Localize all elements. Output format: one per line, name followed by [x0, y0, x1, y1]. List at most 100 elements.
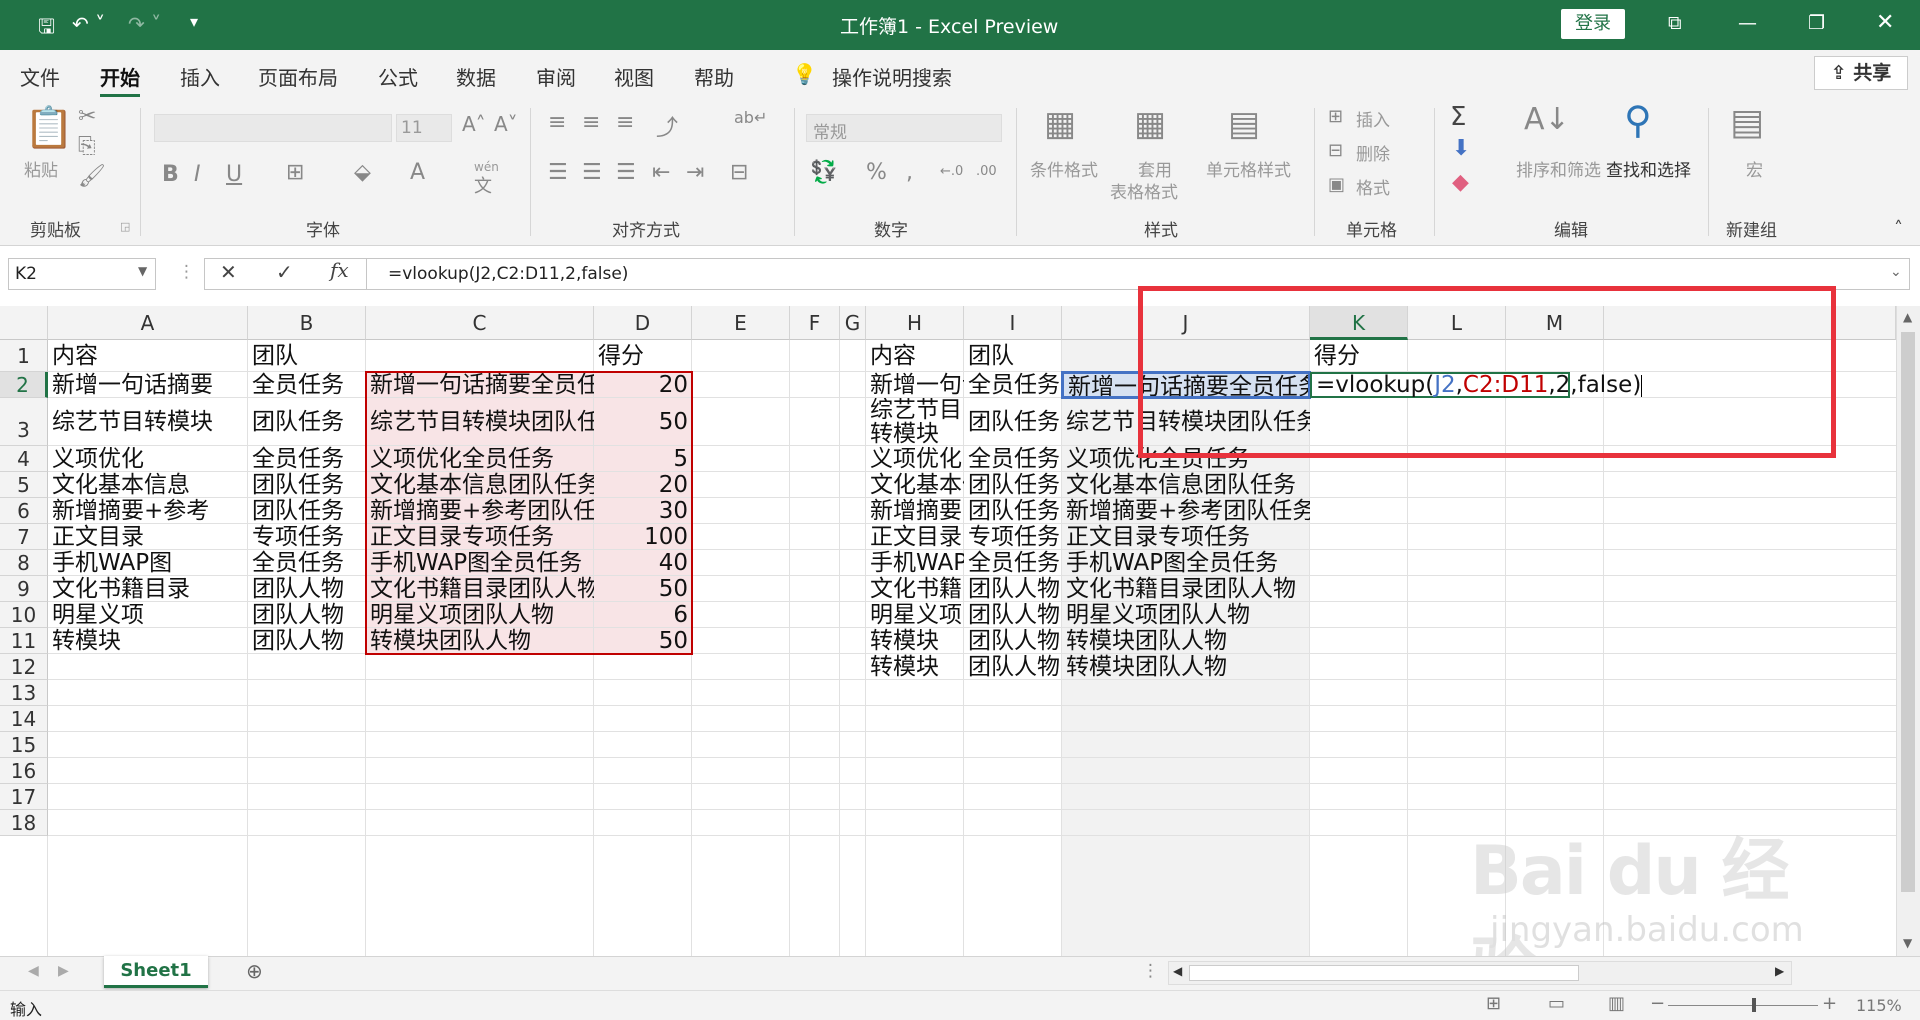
sort-filter-label[interactable]: 排序和筛选 — [1516, 156, 1601, 181]
cell-B9[interactable]: 团队人物 — [248, 576, 366, 602]
decrease-indent-icon[interactable]: ⇤ — [652, 160, 670, 185]
add-sheet-icon[interactable]: ⊕ — [246, 959, 263, 983]
cell-H10[interactable]: 明星义项 — [866, 602, 964, 628]
cell-A1[interactable]: 内容 — [48, 340, 248, 372]
font-size-box[interactable]: 11 — [396, 114, 452, 142]
h-scroll-thumb[interactable] — [1189, 965, 1579, 981]
cell-D4[interactable]: 5 — [594, 446, 692, 472]
insert-function-icon[interactable]: fx — [330, 258, 349, 282]
decrease-decimal-icon[interactable]: .00 — [976, 164, 997, 179]
align-center-icon[interactable]: ☰ — [582, 160, 602, 185]
row-header-16[interactable]: 16 — [0, 758, 48, 784]
cell-I11[interactable]: 团队人物 — [964, 628, 1062, 654]
row-header-11[interactable]: 11 — [0, 628, 48, 654]
orientation-icon[interactable]: ⤴ — [656, 110, 678, 142]
delete-cells-icon[interactable]: ⊟ — [1328, 140, 1343, 161]
sort-filter-icon[interactable]: A↓ — [1524, 102, 1570, 137]
format-cells-icon[interactable]: ▣ — [1328, 174, 1345, 195]
row-header-6[interactable]: 6 — [0, 498, 48, 524]
underline-icon[interactable]: U — [226, 162, 242, 187]
cut-icon[interactable]: ✂ — [78, 104, 96, 129]
prev-sheet-icon[interactable]: ◀ — [28, 963, 39, 979]
cell-C3[interactable]: 综艺节目转模块团队任务 — [366, 398, 594, 446]
conditional-format-icon[interactable]: ▦ — [1044, 104, 1076, 144]
cell-B6[interactable]: 团队任务 — [248, 498, 366, 524]
cell-D7[interactable]: 100 — [594, 524, 692, 550]
customize-qat-icon[interactable]: ▾ — [190, 12, 198, 31]
accounting-icon[interactable]: 💱 — [810, 160, 837, 185]
increase-indent-icon[interactable]: ⇥ — [686, 160, 704, 185]
insert-cells-label[interactable]: 插入 — [1356, 106, 1390, 131]
scroll-right-icon[interactable]: ▶ — [1775, 964, 1784, 978]
cell-C6[interactable]: 新增摘要+参考团队任务 — [366, 498, 594, 524]
horizontal-scrollbar[interactable]: ◀ ▶ — [1168, 961, 1792, 985]
macro-icon[interactable]: ▤ — [1730, 102, 1764, 143]
column-header-e[interactable]: E — [692, 306, 790, 340]
scroll-down-icon[interactable]: ▼ — [1903, 936, 1912, 950]
cell-B1[interactable]: 团队 — [248, 340, 366, 372]
cell-D5[interactable]: 20 — [594, 472, 692, 498]
format-as-table-icon[interactable]: ▦ — [1134, 104, 1166, 144]
scroll-up-icon[interactable]: ▲ — [1903, 310, 1912, 324]
cell-C10[interactable]: 明星义项团队人物 — [366, 602, 594, 628]
zoom-out-icon[interactable]: − — [1650, 993, 1665, 1014]
align-right-icon[interactable]: ☰ — [616, 160, 636, 185]
cell-J6[interactable]: 新增摘要+参考团队任务 — [1062, 498, 1310, 524]
row-header-4[interactable]: 4 — [0, 446, 48, 472]
cell-I10[interactable]: 团队人物 — [964, 602, 1062, 628]
cell-I12[interactable]: 团队人物 — [964, 654, 1062, 680]
cell-C4[interactable]: 义项优化全员任务 — [366, 446, 594, 472]
row-header-15[interactable]: 15 — [0, 732, 48, 758]
insert-cells-icon[interactable]: ⊞ — [1328, 106, 1343, 127]
row-header-1[interactable]: 1 — [0, 340, 48, 372]
font-color-icon[interactable]: A — [410, 160, 425, 185]
cell-B2[interactable]: 全员任务 — [248, 372, 366, 398]
cell-I7[interactable]: 专项任务 — [964, 524, 1062, 550]
share-button[interactable]: ⇪ 共享 — [1814, 56, 1908, 90]
tab-review[interactable]: 审阅 — [536, 62, 576, 91]
cell-J5[interactable]: 文化基本信息团队任务 — [1062, 472, 1310, 498]
row-header-5[interactable]: 5 — [0, 472, 48, 498]
cell-I6[interactable]: 团队任务 — [964, 498, 1062, 524]
cell-I9[interactable]: 团队人物 — [964, 576, 1062, 602]
phonetic-icon[interactable]: 文 — [474, 172, 492, 198]
increase-font-icon[interactable]: A˄ — [462, 112, 486, 136]
maximize-icon[interactable]: ❐ — [1808, 12, 1825, 34]
cell-J8[interactable]: 手机WAP图全员任务 — [1062, 550, 1310, 576]
cell-H5[interactable]: 文化基本信 — [866, 472, 964, 498]
cell-B5[interactable]: 团队任务 — [248, 472, 366, 498]
save-icon[interactable]: 🖫 — [38, 12, 55, 46]
cell-H12[interactable]: 转模块 — [866, 654, 964, 680]
column-header-c[interactable]: C — [366, 306, 594, 340]
cell-B7[interactable]: 专项任务 — [248, 524, 366, 550]
cell-A6[interactable]: 新增摘要+参考 — [48, 498, 248, 524]
expand-formula-icon[interactable]: ⌄ — [1890, 264, 1902, 280]
italic-icon[interactable]: I — [194, 162, 201, 187]
find-select-label[interactable]: 查找和选择 — [1606, 156, 1691, 181]
close-icon[interactable]: ✕ — [1876, 10, 1894, 35]
cell-B8[interactable]: 全员任务 — [248, 550, 366, 576]
cell-H1[interactable]: 内容 — [866, 340, 964, 372]
cell-J9[interactable]: 文化书籍目录团队人物 — [1062, 576, 1310, 602]
active-cell-K2[interactable]: =vlookup(J2,C2:D11,2,false) — [1310, 372, 1643, 398]
cell-H9[interactable]: 文化书籍目 — [866, 576, 964, 602]
cell-D6[interactable]: 30 — [594, 498, 692, 524]
cell-A4[interactable]: 义项优化 — [48, 446, 248, 472]
delete-cells-label[interactable]: 删除 — [1356, 140, 1390, 165]
tab-data[interactable]: 数据 — [456, 62, 496, 91]
cell-H4[interactable]: 义项优化 — [866, 446, 964, 472]
percent-icon[interactable]: % — [866, 160, 887, 185]
undo-icon[interactable]: ↶ ˅ — [72, 12, 105, 36]
cell-I5[interactable]: 团队任务 — [964, 472, 1062, 498]
tab-view[interactable]: 视图 — [614, 62, 654, 91]
find-select-icon[interactable]: ⚲ — [1624, 98, 1652, 142]
fill-icon[interactable]: ⬇ — [1452, 136, 1470, 161]
cancel-icon[interactable]: ✕ — [220, 260, 237, 284]
normal-view-icon[interactable]: ⊞ — [1486, 993, 1501, 1014]
cell-I8[interactable]: 全员任务 — [964, 550, 1062, 576]
cell-C2[interactable]: 新增一句话摘要全员任务 — [366, 372, 594, 398]
row-header-2[interactable]: 2 — [0, 372, 48, 398]
row-header-17[interactable]: 17 — [0, 784, 48, 810]
column-header-d[interactable]: D — [594, 306, 692, 340]
cell-J10[interactable]: 明星义项团队人物 — [1062, 602, 1310, 628]
